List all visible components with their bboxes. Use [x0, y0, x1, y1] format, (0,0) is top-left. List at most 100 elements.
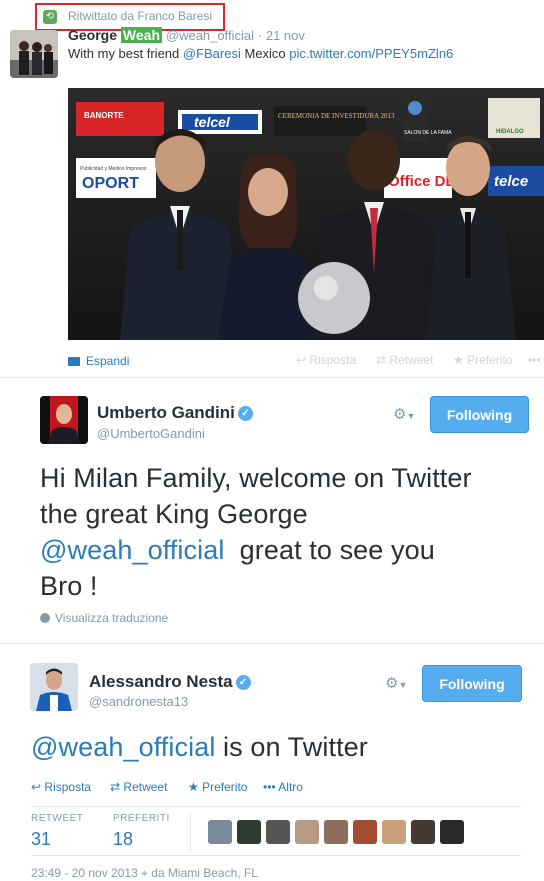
- tweet-text-line: Bro !: [40, 571, 98, 601]
- favorite-label: Preferito: [467, 353, 513, 367]
- location-label[interactable]: da Miami Beach, FL: [151, 866, 258, 880]
- stats-divider-top: [31, 806, 521, 807]
- author-name[interactable]: George: [68, 27, 121, 43]
- expand-icon: [68, 357, 80, 366]
- tweet-author-name[interactable]: Umberto Gandini ✓: [97, 403, 253, 423]
- banner-telcel-2-label: telce: [494, 173, 528, 190]
- reply-icon: ↩: [31, 780, 42, 794]
- banner-oport-label: OPORT: [82, 175, 139, 192]
- retweet-icon: ⇄: [376, 353, 387, 367]
- chevron-down-icon: ▼: [406, 411, 416, 421]
- timestamp-label[interactable]: 23:49 - 20 nov 2013: [31, 866, 138, 880]
- tweet-text-part: With my best friend: [68, 46, 183, 61]
- reply-action[interactable]: ↩ Risposta: [31, 780, 91, 794]
- expand-label: Espandi: [86, 354, 130, 368]
- author-handle[interactable]: @UmbertoGandini: [97, 426, 205, 441]
- banner-telcel-1: telcel: [178, 110, 262, 134]
- mention-link[interactable]: @weah_official: [40, 535, 224, 565]
- author-handle[interactable]: @weah_official: [166, 28, 254, 43]
- favorite-action[interactable]: ★ Preferito: [188, 780, 247, 794]
- more-icon: •••: [528, 353, 541, 367]
- banner-hidalgo: HIDALGO: [488, 98, 540, 138]
- avatar[interactable]: [40, 396, 88, 444]
- banner-pub-label: Publicidad y Medios Impresos: [80, 166, 147, 172]
- banner-oport: Publicidad y Medios Impresos OPORT: [76, 158, 156, 198]
- star-icon: ★: [188, 780, 199, 794]
- avatar[interactable]: [266, 820, 290, 844]
- star-icon: ★: [453, 353, 464, 367]
- banner-salon-fama-label: SALON DE LA FAMA: [404, 130, 452, 136]
- gear-icon[interactable]: ⚙▼: [385, 674, 407, 692]
- avatar[interactable]: [440, 820, 464, 844]
- gear-icon[interactable]: ⚙▼: [393, 405, 415, 423]
- avatar[interactable]: [324, 820, 348, 844]
- following-button[interactable]: Following: [422, 665, 522, 702]
- tweet-text-part: is on Twitter: [215, 732, 368, 762]
- tweet-photo[interactable]: BANORTE telcel CEREMONIA DE INVESTIDURA …: [68, 88, 544, 340]
- avatar[interactable]: [237, 820, 261, 844]
- tweet-text: Hi Milan Family, welcome on Twitter the …: [40, 460, 472, 604]
- tweet-divider: [0, 643, 544, 644]
- mention-link[interactable]: @FBaresi: [183, 46, 241, 61]
- banner-hidalgo-label: HIDALGO: [496, 129, 524, 135]
- author-name[interactable]: Umberto Gandini: [97, 403, 235, 422]
- avatar[interactable]: [353, 820, 377, 844]
- favorite-count-label: PREFERITI: [113, 813, 170, 824]
- retweet-count[interactable]: 31: [31, 829, 51, 850]
- avatar[interactable]: [295, 820, 319, 844]
- more-label: Altro: [278, 780, 303, 794]
- stats-divider: [190, 813, 191, 851]
- tweet-text-part: Mexico: [240, 46, 290, 61]
- banner-ceremonia-label: CEREMONIA DE INVESTIDURA 2013: [278, 112, 395, 120]
- retweet-label: Retweet: [389, 353, 434, 367]
- retweet-icon: ⟲: [43, 10, 57, 24]
- tweet-time[interactable]: · 21 nov: [258, 28, 305, 43]
- reply-icon: ↩: [296, 353, 307, 367]
- retweet-action[interactable]: ⇄ Retweet: [376, 353, 433, 367]
- media-link[interactable]: pic.twitter.com/PPEY5mZln6: [289, 46, 453, 61]
- reply-label: Risposta: [309, 353, 357, 367]
- retweet-action[interactable]: ⇄ Retweet: [110, 780, 167, 794]
- tweet-author-name[interactable]: Alessandro Nesta ✓: [89, 672, 251, 692]
- tweet-text-line: Hi Milan Family, welcome on Twitter: [40, 463, 472, 493]
- more-action[interactable]: ••• Altro: [263, 780, 303, 794]
- reply-label: Risposta: [44, 780, 92, 794]
- more-action[interactable]: •••: [528, 353, 541, 367]
- author-handle[interactable]: @sandronesta13: [89, 694, 188, 709]
- chevron-down-icon: ▼: [398, 680, 408, 690]
- retweet-context-label[interactable]: Ritwittato da Franco Baresi: [68, 9, 212, 23]
- tweet-text-line: @weah_official great to see you: [40, 532, 472, 568]
- avatar[interactable]: [10, 30, 58, 78]
- verified-badge-icon: ✓: [235, 675, 251, 690]
- tweet-timestamp: 23:49 - 20 nov 2013 ⌖ da Miami Beach, FL: [31, 866, 258, 881]
- translate-label: Visualizza traduzione: [55, 611, 169, 625]
- banner-telcel-2: telce: [488, 166, 544, 196]
- location-pin-icon: ⌖: [141, 866, 148, 880]
- tweet-author[interactable]: George Weah @weah_official · 21 nov: [68, 27, 305, 43]
- verified-badge-icon: ✓: [237, 406, 253, 421]
- retweet-label: Retweet: [123, 780, 168, 794]
- stats-divider-bottom: [31, 855, 521, 856]
- tweet-text: With my best friend @FBaresi Mexico pic.…: [68, 46, 453, 61]
- mention-link[interactable]: @weah_official: [31, 732, 215, 762]
- avatar[interactable]: [411, 820, 435, 844]
- author-name-highlight[interactable]: Weah: [120, 27, 162, 43]
- avatar[interactable]: [208, 820, 232, 844]
- reply-action[interactable]: ↩ Risposta: [296, 353, 356, 367]
- retweet-icon: ⇄: [110, 780, 121, 794]
- tweet-divider: [0, 377, 544, 378]
- banner-banorte-label: BANORTE: [84, 111, 124, 120]
- favorite-count[interactable]: 18: [113, 829, 133, 850]
- avatar[interactable]: [30, 663, 78, 711]
- author-name[interactable]: Alessandro Nesta: [89, 672, 233, 691]
- tweet-text-line: the great King George: [40, 499, 308, 529]
- tweet-text: @weah_official is on Twitter: [31, 729, 368, 765]
- avatar[interactable]: [382, 820, 406, 844]
- expand-link[interactable]: Espandi: [68, 354, 129, 368]
- favorite-action[interactable]: ★ Preferito: [453, 353, 512, 367]
- banner-telcel-label: telcel: [194, 114, 231, 130]
- following-button[interactable]: Following: [430, 396, 529, 433]
- more-icon: •••: [263, 780, 276, 794]
- favorite-label: Preferito: [202, 780, 248, 794]
- translate-link[interactable]: Visualizza traduzione: [40, 611, 168, 625]
